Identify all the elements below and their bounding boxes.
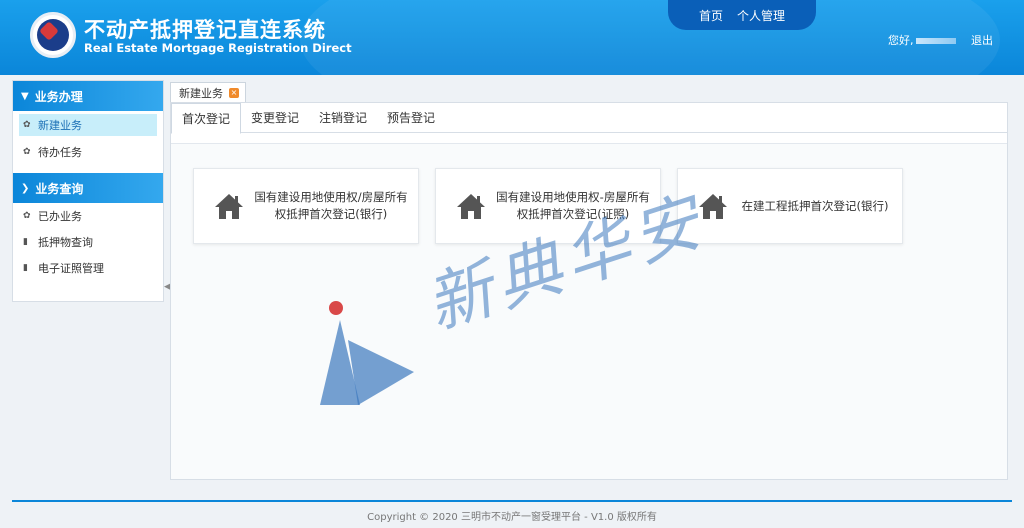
subtab-first-registration[interactable]: 首次登记 — [171, 103, 242, 134]
subtab-change-registration[interactable]: 变更登记 — [241, 103, 309, 132]
subtab-bar: 首次登记 变更登记 注销登记 预告登记 — [171, 103, 1007, 134]
card-construction-bank[interactable]: 在建工程抵押首次登记(银行) — [677, 168, 903, 244]
footer-copyright: Copyright © 2020 三明市不动产一窗受理平台 - V1.0 版权所… — [367, 512, 657, 523]
sidebar-item-collateral[interactable]: ▮ 抵押物查询 — [13, 229, 163, 255]
house-icon — [699, 194, 727, 219]
book-icon: ▮ — [23, 237, 28, 247]
house-icon — [457, 194, 485, 219]
card-state-land-bank[interactable]: 国有建设用地使用权/房屋所有权抵押首次登记(银行) — [193, 168, 419, 244]
user-greeting: 您好, — [888, 32, 956, 48]
app-title: 不动产抵押登记直连系统 — [84, 18, 326, 42]
gear-icon: ✿ — [23, 120, 31, 130]
file-icon: ▮ — [23, 263, 28, 273]
app-subtitle: Real Estate Mortgage Registration Direct — [84, 41, 352, 55]
logout-link[interactable]: 退出 — [971, 32, 993, 48]
gear-icon: ✿ — [23, 211, 31, 221]
chevron-right-icon: ❯ — [21, 182, 30, 194]
chevron-down-icon: ▼ — [21, 90, 29, 102]
app-header: 不动产抵押登记直连系统 Real Estate Mortgage Registr… — [0, 0, 1024, 75]
sidebar-item-e-license[interactable]: ▮ 电子证照管理 — [13, 255, 163, 281]
sidebar-item-todo[interactable]: ✿ 待办任务 — [13, 139, 163, 165]
footer-divider — [12, 500, 1012, 502]
sidebar-group-query[interactable]: ❯ 业务查询 — [13, 173, 163, 203]
tab-new-business[interactable]: 新建业务 × — [170, 82, 246, 102]
house-icon — [215, 194, 243, 219]
sidebar-item-done[interactable]: ✿ 已办业务 — [13, 203, 163, 229]
masked-username — [915, 38, 956, 44]
watermark-logo — [320, 301, 414, 405]
nav-home-link[interactable]: 首页 — [699, 7, 723, 24]
subtab-cancel-registration[interactable]: 注销登记 — [309, 103, 377, 132]
sidebar-item-new-business[interactable]: ✿ 新建业务 — [19, 114, 157, 136]
top-nav: 首页 个人管理 — [668, 0, 816, 30]
gear-icon: ✿ — [23, 147, 31, 157]
sidebar-group-business[interactable]: ▼ 业务办理 — [13, 81, 163, 111]
close-icon[interactable]: × — [229, 87, 239, 98]
emblem-logo — [30, 12, 76, 58]
nav-personal-link[interactable]: 个人管理 — [737, 7, 785, 24]
sidebar: ▼ 业务办理 ✿ 新建业务 ✿ 待办任务 ❯ 业务查询 ✿ 已办业务 ▮ 抵押物… — [12, 80, 164, 302]
card-area: 国有建设用地使用权/房屋所有权抵押首次登记(银行) 国有建设用地使用权-房屋所有… — [171, 143, 1007, 479]
subtab-advance-registration[interactable]: 预告登记 — [377, 103, 445, 132]
